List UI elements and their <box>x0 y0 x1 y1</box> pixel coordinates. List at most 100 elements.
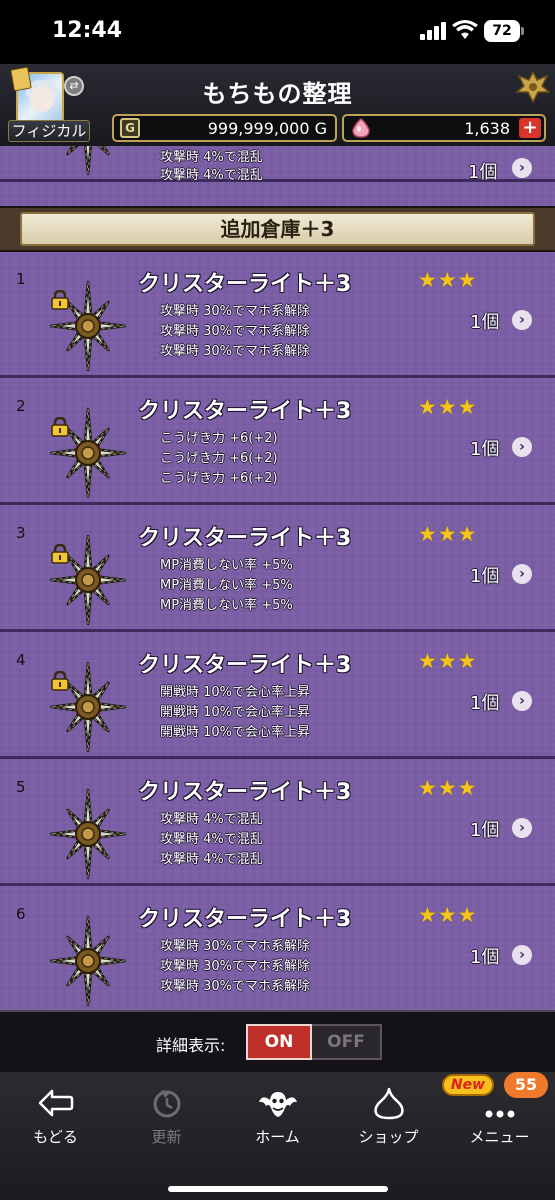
item-effect: 攻撃時 30%でマホ系解除 <box>160 959 311 974</box>
rarity-stars: ★★★ <box>418 268 478 292</box>
rarity-stars: ★★★ <box>418 649 478 673</box>
wifi-icon <box>452 20 478 39</box>
item-effect: MP消費しない率 +5% <box>160 598 293 613</box>
gold-coin-icon: G <box>120 118 140 138</box>
item-name: クリスターライト＋3 <box>138 780 352 805</box>
list-item[interactable]: 1 クリスターライト＋3 ★★★ 攻撃時 30%でマホ系解除 攻撃時 30%でマホ系解除… <box>0 254 555 378</box>
list-item[interactable]: 6 クリスターライト＋3 ★★★ 攻撃時 30%でマホ系解除 攻撃時 30%でマホ系解除… <box>0 889 555 1010</box>
shuriken-icon <box>50 146 126 176</box>
shuriken-icon <box>49 788 127 880</box>
section-title: 追加倉庫＋3 <box>20 212 535 246</box>
chevron-right-icon[interactable]: › <box>512 818 532 838</box>
item-index: 2 <box>16 397 26 415</box>
item-index: 6 <box>16 905 26 923</box>
new-badge: New <box>442 1074 494 1096</box>
lock-icon[interactable] <box>50 671 70 691</box>
item-effect: 攻撃時 30%でマホ系解除 <box>160 939 311 954</box>
chevron-right-icon[interactable]: › <box>512 564 532 584</box>
list-item[interactable]: 3 クリスターライト＋3 ★★★ MP消費しない率 +5% MP消費しない率 +5% MP… <box>0 508 555 632</box>
item-index: 4 <box>16 651 26 669</box>
item-name: クリスターライト＋3 <box>138 399 352 424</box>
item-effect: 攻撃時 30%でマホ系解除 <box>160 979 311 994</box>
item-effect: 開戦時 10%で会心率上昇 <box>160 705 311 720</box>
nav-back[interactable]: もどる <box>0 1086 111 1156</box>
add-gems-button[interactable]: + <box>519 118 541 138</box>
item-count: 1個 <box>470 820 500 841</box>
list-item[interactable]: 2 クリスターライト＋3 ★★★ こうげき力 +6(+2) こうげき力 +6(+2) こう… <box>0 381 555 505</box>
item-effect: 開戦時 10%で会心率上昇 <box>160 725 311 740</box>
nav-home[interactable]: ホーム <box>222 1086 333 1156</box>
item-effect: 攻撃時 30%でマホ系解除 <box>160 304 311 319</box>
item-name: クリスターライト＋3 <box>138 653 352 678</box>
nav-menu-label: メニュー <box>469 1128 530 1146</box>
item-count: 1個 <box>470 693 500 714</box>
item-index: 5 <box>16 778 26 796</box>
item-name: クリスターライト＋3 <box>138 907 352 932</box>
detail-toggle-bar: 詳細表示: ON OFF <box>0 1010 555 1072</box>
nav-refresh-label: 更新 <box>151 1128 182 1146</box>
gem-icon <box>352 118 370 138</box>
shuriken-icon <box>49 915 127 1007</box>
notification-count-badge: 55 <box>504 1072 548 1098</box>
item-count: 1個 <box>470 566 500 587</box>
chevron-right-icon[interactable]: › <box>512 691 532 711</box>
rarity-stars: ★★★ <box>418 903 478 927</box>
item-effect: こうげき力 +6(+2) <box>160 451 278 466</box>
item-effect: 攻撃時 4%で混乱 <box>160 812 263 827</box>
status-time: 12:44 <box>52 18 123 43</box>
crest-icon[interactable] <box>516 70 550 104</box>
detail-on-button[interactable]: ON <box>246 1024 312 1060</box>
lock-icon[interactable] <box>50 417 70 437</box>
chevron-right-icon[interactable]: › <box>512 945 532 965</box>
nav-shop[interactable]: ショップ <box>333 1086 444 1156</box>
item-index: 1 <box>16 270 26 288</box>
rarity-stars: ★★★ <box>418 395 478 419</box>
gem-amount: 1,638 <box>464 119 510 138</box>
cellular-signal-icon <box>420 22 446 40</box>
lock-icon[interactable] <box>50 290 70 310</box>
app-header: ⇄ フィジカル もちもの整理 G 999,999,000 G 1,638 + <box>0 64 555 146</box>
item-count: 1個 <box>470 947 500 968</box>
item-effect: こうげき力 +6(+2) <box>160 471 278 486</box>
gold-display: G 999,999,000 G <box>112 114 337 142</box>
chevron-right-icon[interactable]: › <box>512 310 532 330</box>
refresh-icon <box>153 1090 180 1118</box>
chevron-right-icon[interactable]: › <box>512 437 532 457</box>
item-effect: こうげき力 +6(+2) <box>160 431 278 446</box>
page-title: もちもの整理 <box>202 80 353 108</box>
item-index: 3 <box>16 524 26 542</box>
home-indicator[interactable] <box>168 1186 388 1192</box>
section-header: 追加倉庫＋3 <box>0 206 555 252</box>
lock-icon[interactable] <box>50 544 70 564</box>
role-label: フィジカル <box>8 120 90 142</box>
item-count: 1個 <box>470 312 500 333</box>
item-effect: MP消費しない率 +5% <box>160 558 293 573</box>
battery-icon: 72 <box>484 20 524 42</box>
home-bat-icon <box>258 1092 297 1117</box>
nav-shop-label: ショップ <box>358 1128 419 1146</box>
item-effect: 攻撃時 30%でマホ系解除 <box>160 344 311 359</box>
list-item[interactable]: 4 クリスターライト＋3 ★★★ 開戦時 10%で会心率上昇 開戦時 10%で会心率上昇… <box>0 635 555 759</box>
item-list[interactable]: 攻撃時 4%で混乱 攻撃時 4%で混乱 1個 › 追加倉庫＋3 1 クリスターライ… <box>0 146 555 1010</box>
list-item[interactable]: 5 クリスターライト＋3 ★★★ 攻撃時 4%で混乱 攻撃時 4%で混乱 攻撃時 4%で混… <box>0 762 555 886</box>
gem-display: 1,638 + <box>342 114 546 142</box>
item-effect: 攻撃時 30%でマホ系解除 <box>160 324 311 339</box>
detail-toggle-label: 詳細表示: <box>156 1036 226 1055</box>
chevron-right-icon[interactable]: › <box>512 158 532 178</box>
bottom-nav: もどる 更新 ホーム ショップ メニュー New 55 <box>0 1072 555 1200</box>
item-effect: MP消費しない率 +5% <box>160 578 293 593</box>
item-effect: 開戦時 10%で会心率上昇 <box>160 685 311 700</box>
back-arrow-icon <box>38 1089 73 1117</box>
item-count: 1個 <box>470 439 500 460</box>
item-effect: 攻撃時 4%で混乱 <box>160 852 263 867</box>
item-effect: 攻撃時 4%で混乱 <box>160 832 263 847</box>
rarity-stars: ★★★ <box>418 776 478 800</box>
item-effect: 攻撃時 4%で混乱 <box>160 168 263 183</box>
item-effect: 攻撃時 4%で混乱 <box>160 150 263 165</box>
slime-icon <box>373 1087 404 1120</box>
detail-off-button[interactable]: OFF <box>312 1024 382 1060</box>
list-item-partial[interactable]: 攻撃時 4%で混乱 攻撃時 4%で混乱 1個 › <box>0 146 555 183</box>
item-count: 1個 <box>468 162 498 183</box>
nav-refresh[interactable]: 更新 <box>111 1086 222 1156</box>
status-bar: 12:44 72 <box>0 0 555 64</box>
